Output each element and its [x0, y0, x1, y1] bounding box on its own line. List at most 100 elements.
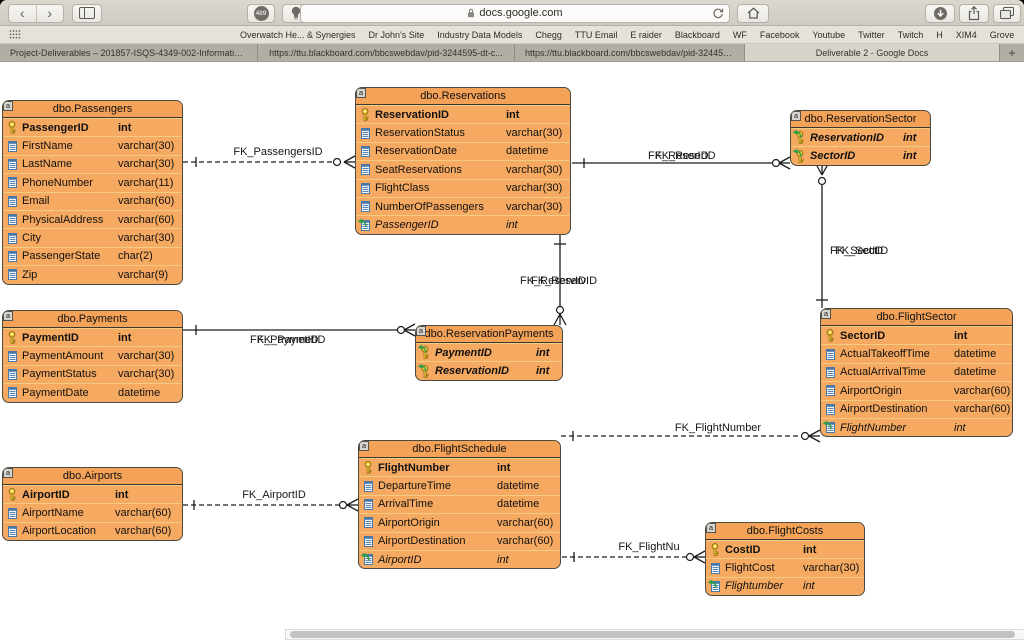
- browser-tab[interactable]: https://ttu.blackboard.com/bbcswebdav/pi…: [515, 44, 745, 61]
- column-type: varchar(11): [118, 177, 173, 189]
- column-type: varchar(60): [118, 195, 174, 207]
- column-name: FlightNumber: [840, 422, 906, 434]
- primary-key-icon: [821, 329, 839, 342]
- column-type: varchar(30): [118, 368, 174, 380]
- column-name: PassengerID: [375, 219, 439, 231]
- bookmark-item[interactable]: H: [936, 30, 943, 40]
- column-name: ActualArrivalTime: [840, 366, 926, 378]
- horizontal-scrollbar[interactable]: [285, 629, 1024, 640]
- bookmark-item[interactable]: Facebook: [760, 30, 800, 40]
- back-button[interactable]: ‹: [9, 5, 37, 22]
- bookmark-item[interactable]: Chegg: [535, 30, 562, 40]
- erd-table-reservationpayments[interactable]: adbo.ReservationPaymentsPaymentIDintRese…: [415, 325, 563, 381]
- column-type: int: [536, 347, 549, 359]
- erd-table-payments[interactable]: adbo.PaymentsPaymentIDintPaymentAmountva…: [2, 310, 183, 403]
- sidebar-toggle-button[interactable]: [72, 4, 102, 23]
- column-row: FlightClassvarchar(30): [356, 179, 570, 197]
- column-type: varchar(60): [118, 214, 174, 226]
- bookmark-item[interactable]: Dr John's Site: [369, 30, 425, 40]
- foreign-key-icon: [359, 554, 377, 565]
- forward-button[interactable]: ›: [37, 5, 64, 22]
- relationship-label-fk_reservid: FK_ReservID: [531, 275, 597, 287]
- share-button[interactable]: [959, 4, 989, 23]
- browser-tab[interactable]: https://ttu.blackboard.com/bbcswebdav/pi…: [258, 44, 515, 61]
- erd-table-flightcosts[interactable]: adbo.FlightCostsCostIDintFlightCostvarch…: [705, 522, 865, 596]
- erd-table-flightsector[interactable]: adbo.FlightSectorSectorIDintActualTakeof…: [820, 308, 1013, 437]
- browser-tab[interactable]: Project-Deliverables – 201857-ISQS-4349-…: [0, 44, 258, 61]
- column-type: varchar(30): [506, 127, 562, 139]
- scrollbar-thumb[interactable]: [290, 631, 1015, 638]
- browser-window: ‹ › 489 docs.google.com: [0, 0, 1024, 640]
- home-button[interactable]: [737, 4, 769, 23]
- bookmark-item[interactable]: Twitter: [858, 30, 885, 40]
- column-row: PaymentAmountvarchar(30): [3, 346, 182, 364]
- bookmark-item[interactable]: Blackboard: [675, 30, 720, 40]
- erd-table-airports[interactable]: adbo.AirportsAirportIDintAirportNamevarc…: [2, 467, 183, 541]
- bookmark-item[interactable]: Grove: [990, 30, 1015, 40]
- primary-foreign-key-icon: [791, 131, 809, 144]
- column-row: PaymentDatedatetime: [3, 383, 182, 401]
- bookmark-item[interactable]: Twitch: [898, 30, 924, 40]
- tab-overview-button[interactable]: [993, 4, 1021, 23]
- column-type: datetime: [954, 348, 996, 360]
- column-icon: [3, 251, 21, 262]
- annotation-badge: a: [359, 441, 369, 451]
- column-type: datetime: [118, 387, 160, 399]
- column-icon: [3, 387, 21, 398]
- column-type: int: [118, 332, 131, 344]
- column-type: int: [497, 554, 509, 566]
- relationship-label-fk_sectid: FK_SectID: [835, 245, 888, 257]
- column-name: ReservationID: [435, 365, 509, 377]
- column-row: SectorIDint: [821, 326, 1012, 344]
- column-name: Flightumber: [725, 580, 783, 592]
- primary-foreign-key-icon: [416, 365, 434, 378]
- column-name: ReservationDate: [375, 145, 457, 157]
- column-icon: [3, 196, 21, 207]
- column-type: int: [536, 365, 549, 377]
- erd-table-reservationsector[interactable]: adbo.ReservationSectorReservationIDintSe…: [790, 110, 931, 166]
- erd-table-reservations[interactable]: adbo.ReservationsReservationIDintReserva…: [355, 87, 571, 235]
- address-bar[interactable]: docs.google.com: [300, 4, 730, 23]
- column-name: PaymentID: [22, 332, 79, 344]
- extension-adblock-button[interactable]: 489: [247, 4, 275, 23]
- column-row: CostIDint: [706, 540, 864, 558]
- column-row: AirportIDint: [3, 485, 182, 503]
- bookmark-item[interactable]: TTU Email: [575, 30, 618, 40]
- bookmark-item[interactable]: WF: [733, 30, 747, 40]
- column-type: varchar(30): [506, 182, 562, 194]
- erd-table-passengers[interactable]: adbo.PassengersPassengerIDintFirstNameva…: [2, 100, 183, 285]
- column-icon: [706, 563, 724, 574]
- erd-table-flightschedule[interactable]: adbo.FlightScheduleFlightNumberintDepart…: [358, 440, 561, 569]
- refresh-icon[interactable]: [712, 8, 724, 20]
- column-type: varchar(30): [118, 232, 174, 244]
- column-row: ReservationID int: [416, 361, 562, 379]
- bookmark-item[interactable]: E raider: [630, 30, 662, 40]
- primary-key-icon: [706, 543, 724, 556]
- bookmark-item[interactable]: Youtube: [812, 30, 845, 40]
- new-tab-button[interactable]: +: [1000, 44, 1024, 61]
- column-row: AirportIDint: [359, 550, 560, 568]
- downloads-button[interactable]: [925, 4, 955, 23]
- column-name: SeatReservations: [375, 164, 462, 176]
- column-name: DepartureTime: [378, 480, 451, 492]
- bookmark-item[interactable]: Industry Data Models: [437, 30, 522, 40]
- bookmarks-grid-icon[interactable]: [9, 29, 22, 40]
- tab-strip: Project-Deliverables – 201857-ISQS-4349-…: [0, 44, 1000, 61]
- bookmark-item[interactable]: XIM4: [956, 30, 977, 40]
- column-row: ActualTakeoffTimedatetime: [821, 344, 1012, 362]
- column-name: PassengerState: [22, 250, 100, 262]
- column-type: datetime: [506, 145, 548, 157]
- table-title: dbo.Passengers: [3, 101, 182, 118]
- lock-icon: [467, 8, 475, 18]
- tab-bar: Project-Deliverables – 201857-ISQS-4349-…: [0, 44, 1024, 62]
- column-name: AirportDestination: [378, 535, 465, 547]
- column-row: FlightCostvarchar(30): [706, 558, 864, 576]
- table-title: dbo.ReservationSector: [791, 111, 930, 128]
- column-type: int: [497, 462, 510, 474]
- relationship-label-fk_passengersid: FK_PassengersID: [222, 146, 334, 158]
- browser-tab[interactable]: Deliverable 2 - Google Docs: [745, 44, 1000, 61]
- column-row: PassengerIDint: [356, 215, 570, 233]
- bookmark-item[interactable]: Overwatch He... & Synergies: [240, 30, 356, 40]
- annotation-badge: a: [416, 326, 426, 336]
- column-row: Emailvarchar(60): [3, 192, 182, 210]
